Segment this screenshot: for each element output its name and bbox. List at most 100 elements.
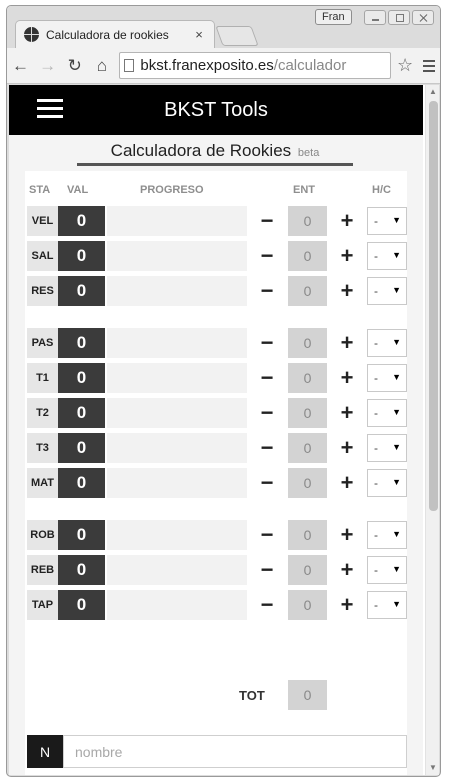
hc-select[interactable]: - ▼ (367, 277, 407, 305)
decrement-button[interactable]: − (257, 206, 277, 236)
decrement-button[interactable]: − (257, 590, 277, 620)
decrement-button[interactable]: − (257, 363, 277, 393)
header-hc: H/C (372, 184, 391, 196)
scroll-down-icon[interactable]: ▼ (426, 761, 439, 775)
address-bar[interactable]: bkst.franexposito.es/calculador (119, 52, 392, 79)
progress-bar (107, 433, 247, 463)
dropdown-arrow-icon: ▼ (392, 407, 401, 417)
bookmark-star-icon[interactable]: ☆ (395, 55, 414, 76)
progress-bar (107, 206, 247, 236)
increment-button[interactable]: + (337, 398, 357, 428)
increment-button[interactable]: + (337, 241, 357, 271)
progress-bar (107, 555, 247, 585)
back-icon[interactable]: ← (7, 52, 34, 80)
scrollbar[interactable]: ▲ ▼ (425, 85, 439, 775)
stat-label: SAL (27, 241, 58, 271)
hc-select[interactable]: - ▼ (367, 364, 407, 392)
ent-value[interactable]: 0 (288, 520, 327, 550)
basketball-favicon-icon (24, 27, 39, 42)
chrome-menu-icon[interactable] (419, 59, 440, 72)
reload-icon[interactable]: ↻ (61, 52, 88, 80)
tab-close-icon[interactable]: × (192, 27, 206, 42)
hc-select[interactable]: - ▼ (367, 469, 407, 497)
ent-value[interactable]: 0 (288, 328, 327, 358)
header-progreso: PROGRESO (140, 184, 204, 196)
increment-button[interactable]: + (337, 206, 357, 236)
increment-button[interactable]: + (337, 328, 357, 358)
progress-bar (107, 363, 247, 393)
hc-select[interactable]: - ▼ (367, 329, 407, 357)
hc-select[interactable]: - ▼ (367, 242, 407, 270)
url-path: /calculador (273, 57, 347, 74)
progress-bar (107, 520, 247, 550)
dropdown-arrow-icon: ▼ (392, 250, 401, 260)
dropdown-arrow-icon: ▼ (392, 529, 401, 539)
dropdown-arrow-icon: ▼ (392, 285, 401, 295)
increment-button[interactable]: + (337, 276, 357, 306)
hc-selected-value: - (374, 441, 378, 455)
increment-button[interactable]: + (337, 468, 357, 498)
stat-label: TAP (27, 590, 58, 620)
scroll-up-icon[interactable]: ▲ (426, 85, 439, 99)
ent-value[interactable]: 0 (288, 398, 327, 428)
stat-value: 0 (58, 520, 105, 550)
decrement-button[interactable]: − (257, 241, 277, 271)
new-tab-button[interactable] (215, 26, 259, 46)
ent-value[interactable]: 0 (288, 276, 327, 306)
decrement-button[interactable]: − (257, 328, 277, 358)
beta-badge: beta (297, 147, 320, 159)
decrement-button[interactable]: − (257, 398, 277, 428)
window-controls (364, 10, 434, 25)
ent-value[interactable]: 0 (288, 468, 327, 498)
progress-bar (107, 276, 247, 306)
stat-row-tap: TAP 0−0 + - ▼ (25, 590, 407, 620)
stat-label: T1 (27, 363, 58, 393)
stat-row-vel: VEL 0−0 + - ▼ (25, 206, 407, 236)
home-icon[interactable]: ⌂ (88, 52, 115, 80)
decrement-button[interactable]: − (257, 276, 277, 306)
increment-button[interactable]: + (337, 555, 357, 585)
increment-button[interactable]: + (337, 590, 357, 620)
increment-button[interactable]: + (337, 520, 357, 550)
decrement-button[interactable]: − (257, 433, 277, 463)
forward-icon[interactable]: → (34, 52, 61, 80)
ent-value[interactable]: 0 (288, 555, 327, 585)
stat-label: VEL (27, 206, 58, 236)
stat-row-t2: T2 0−0 + - ▼ (25, 398, 407, 428)
ent-value[interactable]: 0 (288, 433, 327, 463)
hc-select[interactable]: - ▼ (367, 521, 407, 549)
stat-row-rob: ROB 0−0 + - ▼ (25, 520, 407, 550)
ent-value[interactable]: 0 (288, 206, 327, 236)
increment-button[interactable]: + (337, 433, 357, 463)
browser-tab[interactable]: Calculadora de rookies × (15, 20, 215, 48)
stat-value: 0 (58, 206, 105, 236)
decrement-button[interactable]: − (257, 555, 277, 585)
header-val: VAL (67, 184, 89, 196)
window-close-icon[interactable] (412, 10, 434, 25)
hc-select[interactable]: - ▼ (367, 591, 407, 619)
hc-selected-value: - (374, 249, 378, 263)
minimize-icon[interactable] (364, 10, 386, 25)
ent-value[interactable]: 0 (288, 590, 327, 620)
hc-select[interactable]: - ▼ (367, 434, 407, 462)
hc-selected-value: - (374, 284, 378, 298)
stat-row-sal: SAL 0−0 + - ▼ (25, 241, 407, 271)
total-label: TOT (239, 688, 265, 703)
decrement-button[interactable]: − (257, 468, 277, 498)
decrement-button[interactable]: − (257, 520, 277, 550)
tab-strip: Calculadora de rookies × Fran (7, 6, 440, 48)
hc-select[interactable]: - ▼ (367, 207, 407, 235)
stat-value: 0 (58, 555, 105, 585)
page-viewport: BKST Tools Calculadora de Rookies beta S… (9, 85, 439, 775)
increment-button[interactable]: + (337, 363, 357, 393)
profile-button[interactable]: Fran (315, 9, 352, 25)
page-icon (124, 59, 135, 72)
scroll-thumb[interactable] (429, 101, 438, 511)
nombre-input[interactable] (63, 735, 407, 768)
maximize-icon[interactable] (388, 10, 410, 25)
stat-row-t1: T1 0−0 + - ▼ (25, 363, 407, 393)
hc-select[interactable]: - ▼ (367, 399, 407, 427)
hc-select[interactable]: - ▼ (367, 556, 407, 584)
ent-value[interactable]: 0 (288, 363, 327, 393)
ent-value[interactable]: 0 (288, 241, 327, 271)
